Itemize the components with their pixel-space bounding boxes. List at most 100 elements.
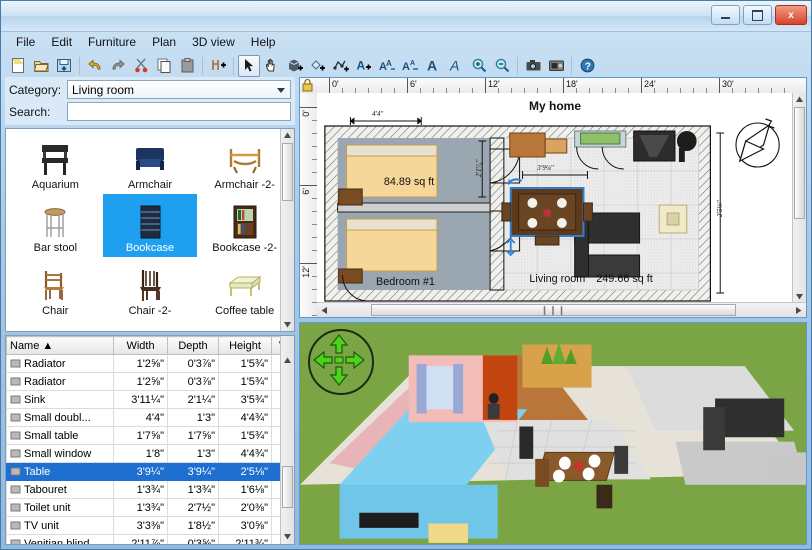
main-content: Category: Living room Search: <box>5 77 807 545</box>
scroll-down-icon[interactable] <box>283 532 292 541</box>
menu-file[interactable]: File <box>9 33 42 51</box>
catalog-item-bookcase-2[interactable]: Bookcase -2- <box>197 194 292 257</box>
increase-text-icon[interactable]: AA <box>376 55 398 77</box>
plan-scroll-thumb[interactable] <box>794 107 805 219</box>
menu-furniture[interactable]: Furniture <box>81 33 143 51</box>
search-input[interactable] <box>67 102 291 121</box>
catalog-item-bookcase[interactable]: Bookcase <box>103 194 198 257</box>
photo-icon[interactable] <box>522 55 544 77</box>
3d-view[interactable] <box>299 322 807 545</box>
lock-icon[interactable] <box>300 78 315 92</box>
furniture-scroll-thumb[interactable] <box>282 466 293 508</box>
table-row[interactable]: Small doubl...4'4"1'3"4'4¾" <box>7 409 296 427</box>
catalog-scroll-thumb[interactable] <box>282 143 293 201</box>
table-row[interactable]: TV unit3'3⅜"1'8½"3'0⅝" <box>7 517 296 535</box>
menu-help[interactable]: Help <box>244 33 283 51</box>
plan-vertical-scrollbar[interactable] <box>792 93 806 303</box>
furniture-scrollbar[interactable] <box>280 336 294 544</box>
video-icon[interactable] <box>545 55 567 77</box>
title-bar: x <box>1 1 811 32</box>
scroll-right-icon[interactable] <box>794 306 803 315</box>
new-home-icon[interactable] <box>7 55 29 77</box>
table-row[interactable]: Small window1'8"1'3"4'4¾" <box>7 445 296 463</box>
scroll-down-icon[interactable] <box>283 320 292 329</box>
menu-3d-view[interactable]: 3D view <box>185 33 242 51</box>
bold-icon[interactable]: A <box>422 55 444 77</box>
menu-edit[interactable]: Edit <box>44 33 79 51</box>
cell-width: 3'9¼" <box>114 463 168 481</box>
bedroom-name-label: Bedroom #1 <box>376 276 435 288</box>
catalog-item-bar-stool[interactable]: Bar stool <box>8 194 103 257</box>
plan-canvas[interactable]: My home <box>317 93 793 303</box>
category-label: Category: <box>9 83 67 97</box>
plan-view[interactable]: 0'6'12'18'24'30' 0'6'12' My home <box>299 77 807 318</box>
search-row: Search: <box>9 102 291 121</box>
create-polyline-icon[interactable] <box>330 55 352 77</box>
decrease-text-icon[interactable]: AA <box>399 55 421 77</box>
copy-icon[interactable] <box>153 55 175 77</box>
table-row[interactable]: Toilet unit1'3¾"2'7½"2'0⅜" <box>7 499 296 517</box>
close-button[interactable]: x <box>775 5 807 25</box>
dimension-table-label: 3'9¼" <box>536 164 553 172</box>
cell-height: 2'0⅜" <box>219 499 272 517</box>
catalog-item-chair-2[interactable]: Chair -2- <box>103 257 198 320</box>
scroll-up-icon[interactable] <box>283 131 292 140</box>
column-header-name[interactable]: Name ▲ <box>7 337 114 355</box>
ruler-tick <box>563 78 564 93</box>
scroll-down-icon[interactable] <box>795 292 804 301</box>
scroll-up-icon[interactable] <box>283 356 292 365</box>
table-row[interactable]: Venitian blind2'11⅞"0'3⅝"2'11¾" <box>7 535 296 546</box>
plan-horizontal-scrollbar[interactable]: ❙❙❙ <box>317 302 806 317</box>
table-row[interactable]: Sink3'11¼"2'1¼"3'5¾" <box>7 391 296 409</box>
italic-icon[interactable]: A <box>445 55 467 77</box>
plan-hscroll-thumb[interactable]: ❙❙❙ <box>371 304 736 316</box>
3d-navigation-widget[interactable] <box>308 329 374 395</box>
maximize-button[interactable] <box>743 5 772 25</box>
catalog-item-chair[interactable]: Chair <box>8 257 103 320</box>
select-tool-icon[interactable] <box>238 55 260 77</box>
pan-tool-icon[interactable] <box>261 55 283 77</box>
create-walls-icon[interactable] <box>284 55 306 77</box>
save-icon[interactable] <box>53 55 75 77</box>
menu-plan[interactable]: Plan <box>145 33 183 51</box>
paste-icon[interactable] <box>176 55 198 77</box>
open-icon[interactable] <box>30 55 52 77</box>
column-header-depth[interactable]: Depth <box>168 337 219 355</box>
catalog-item-label: Bar stool <box>34 242 77 255</box>
nav-up-arrow <box>331 335 347 353</box>
redo-icon[interactable] <box>107 55 129 77</box>
catalog-item-coffee-table[interactable]: Coffee table <box>197 257 292 320</box>
table-row[interactable]: Tabouret1'3¾"1'3¾"1'6⅛" <box>7 481 296 499</box>
zoom-in-icon[interactable] <box>468 55 490 77</box>
table-row[interactable]: Radiator1'2⅝"0'3⅞"1'5¾" <box>7 355 296 373</box>
catalog-item-aquarium[interactable]: Aquarium <box>8 131 103 194</box>
cell-name-text: Radiator <box>24 358 66 370</box>
table-row[interactable]: Radiator1'2⅝"0'3⅞"1'5¾" <box>7 373 296 391</box>
zoom-out-icon[interactable] <box>491 55 513 77</box>
catalog-item-armchair[interactable]: Armchair <box>103 131 198 194</box>
cell-name: Table <box>7 463 114 481</box>
add-text-icon[interactable]: A <box>353 55 375 77</box>
catalog-item-armchair-2[interactable]: Armchair -2- <box>197 131 292 194</box>
category-row: Category: Living room <box>9 80 291 99</box>
column-header-width[interactable]: Width <box>114 337 168 355</box>
cell-depth: 0'3⅞" <box>168 355 219 373</box>
furniture-thumb-icon <box>10 520 21 531</box>
add-furniture-icon[interactable] <box>207 55 229 77</box>
toolbar: A AA AA A A ? <box>1 51 811 79</box>
dimension-right-label: 2'5⅛" <box>716 200 724 217</box>
category-select[interactable]: Living room <box>67 80 291 99</box>
table-row[interactable]: Small table1'7⅝"1'7⅝"1'5¾" <box>7 427 296 445</box>
undo-icon[interactable] <box>84 55 106 77</box>
create-rooms-icon[interactable] <box>307 55 329 77</box>
column-header-height[interactable]: Height <box>219 337 272 355</box>
minimize-button[interactable] <box>711 5 740 25</box>
scroll-up-icon[interactable] <box>795 95 804 104</box>
catalog-scrollbar[interactable] <box>280 129 294 331</box>
help-icon[interactable]: ? <box>576 55 598 77</box>
table-row[interactable]: Table3'9¼"3'9¼"2'5⅛" <box>7 463 296 481</box>
bookcase-icon <box>127 202 173 242</box>
cut-icon[interactable] <box>130 55 152 77</box>
scroll-left-icon[interactable] <box>320 306 329 315</box>
cell-name-text: Tabouret <box>24 484 67 496</box>
